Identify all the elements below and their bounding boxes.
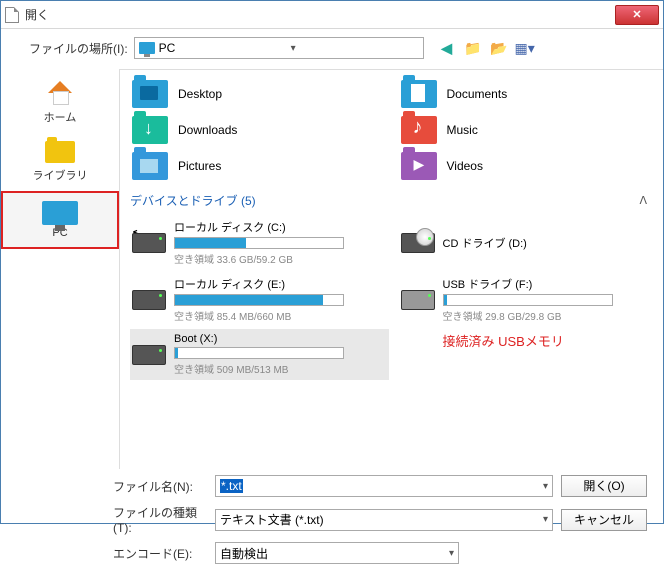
drive-icon xyxy=(132,233,166,253)
filetype-value: テキスト文書 (*.txt) xyxy=(220,511,324,528)
titlebar: 開く ✕ xyxy=(1,1,663,29)
location-value: PC xyxy=(159,41,287,55)
main-pane: Desktop Documents Downloads Music Pictur… xyxy=(119,69,663,469)
desktop-folder-icon xyxy=(132,80,168,108)
pictures-folder-icon xyxy=(132,152,168,180)
drive-space: 空き領域 85.4 MB/660 MB xyxy=(174,308,387,323)
chevron-down-icon: ▾ xyxy=(449,548,454,559)
filetype-select[interactable]: テキスト文書 (*.txt) ▾ xyxy=(215,509,553,531)
window-title: 開く xyxy=(25,6,615,23)
section-title: デバイスとドライブ (5) xyxy=(130,192,256,209)
home-icon xyxy=(46,81,74,105)
open-button[interactable]: 開く(O) xyxy=(561,475,647,497)
sidebar-item-libraries[interactable]: ライブラリ xyxy=(1,133,119,191)
filename-input[interactable]: *.txt ▾ xyxy=(215,475,553,497)
filename-label: ファイル名(N): xyxy=(113,478,207,495)
drive-space: 空き領域 509 MB/513 MB xyxy=(174,361,387,376)
filename-value: *.txt xyxy=(220,479,243,493)
folder-label: Documents xyxy=(447,87,508,101)
up-folder-icon[interactable]: 📁 xyxy=(464,39,482,57)
drive-cd-d[interactable]: CD ドライブ (D:) xyxy=(399,215,658,270)
music-folder-icon xyxy=(401,116,437,144)
drive-space: 空き領域 33.6 GB/59.2 GB xyxy=(174,251,387,266)
bottom-form: ファイル名(N): *.txt ▾ 開く(O) ファイルの種類(T): テキスト… xyxy=(1,469,663,579)
pc-icon xyxy=(139,42,155,54)
drive-icon xyxy=(132,345,166,365)
usb-drive-icon xyxy=(401,290,435,310)
close-button[interactable]: ✕ xyxy=(615,5,659,25)
drive-bar xyxy=(174,237,344,249)
folder-label: Desktop xyxy=(178,87,222,101)
new-folder-icon[interactable]: 📂 xyxy=(490,39,508,57)
drive-local-c[interactable]: ローカル ディスク (C:) 空き領域 33.6 GB/59.2 GB xyxy=(130,215,389,270)
location-label: ファイルの場所(I): xyxy=(29,40,128,57)
sidebar-label: ホーム xyxy=(5,109,115,125)
drive-usb-f[interactable]: USB ドライブ (F:) 空き領域 29.8 GB/29.8 GB xyxy=(399,272,658,327)
chevron-down-icon: ▾ xyxy=(543,514,548,525)
downloads-folder-icon xyxy=(132,116,168,144)
open-dialog: 開く ✕ ファイルの場所(I): PC ▾ ◀ 📁 📂 ▦▾ ホーム ライブラリ xyxy=(0,0,664,524)
drive-bar xyxy=(174,294,344,306)
folder-pictures[interactable]: Pictures xyxy=(130,150,389,182)
drive-boot-x[interactable]: Boot (X:) 空き領域 509 MB/513 MB xyxy=(130,329,389,380)
toolbar: ファイルの場所(I): PC ▾ ◀ 📁 📂 ▦▾ xyxy=(1,29,663,69)
drive-name: USB ドライブ (F:) xyxy=(443,276,656,292)
encoding-select[interactable]: 自動検出 ▾ xyxy=(215,542,459,564)
folder-label: Pictures xyxy=(178,159,221,173)
folder-label: Music xyxy=(447,123,478,137)
documents-folder-icon xyxy=(401,80,437,108)
folder-documents[interactable]: Documents xyxy=(399,78,658,110)
chevron-down-icon: ▾ xyxy=(543,481,548,492)
document-icon xyxy=(5,7,19,23)
annotation-label: 接続済み USBメモリ xyxy=(399,329,658,380)
drive-name: Boot (X:) xyxy=(174,333,387,345)
cancel-button[interactable]: キャンセル xyxy=(561,509,647,531)
sidebar-item-pc[interactable]: PC ↖ xyxy=(1,191,119,249)
folder-downloads[interactable]: Downloads xyxy=(130,114,389,146)
sidebar: ホーム ライブラリ PC ↖ xyxy=(1,69,119,469)
back-icon[interactable]: ◀ xyxy=(438,39,456,57)
cd-drive-icon xyxy=(401,233,435,253)
drive-name: CD ドライブ (D:) xyxy=(443,235,656,251)
chevron-up-icon: ᐱ xyxy=(639,194,647,207)
sidebar-label: ライブラリ xyxy=(5,167,115,183)
chevron-down-icon: ▾ xyxy=(291,43,419,54)
videos-folder-icon xyxy=(401,152,437,180)
sidebar-item-home[interactable]: ホーム xyxy=(1,75,119,133)
drive-bar xyxy=(443,294,613,306)
folder-desktop[interactable]: Desktop xyxy=(130,78,389,110)
folder-icon xyxy=(45,141,75,163)
drive-name: ローカル ディスク (C:) xyxy=(174,219,387,235)
folder-videos[interactable]: Videos xyxy=(399,150,658,182)
location-select[interactable]: PC ▾ xyxy=(134,37,424,59)
drive-name: ローカル ディスク (E:) xyxy=(174,276,387,292)
drive-local-e[interactable]: ローカル ディスク (E:) 空き領域 85.4 MB/660 MB xyxy=(130,272,389,327)
section-devices-header[interactable]: デバイスとドライブ (5) ᐱ xyxy=(130,192,657,209)
drive-icon xyxy=(132,290,166,310)
view-menu-icon[interactable]: ▦▾ xyxy=(516,39,534,57)
filetype-label: ファイルの種類(T): xyxy=(113,504,207,535)
drive-space: 空き領域 29.8 GB/29.8 GB xyxy=(443,308,656,323)
toolbar-icons: ◀ 📁 📂 ▦▾ xyxy=(438,39,534,57)
encoding-value: 自動検出 xyxy=(220,545,268,562)
encoding-label: エンコード(E): xyxy=(113,545,207,562)
pc-icon xyxy=(42,201,78,225)
folder-music[interactable]: Music xyxy=(399,114,658,146)
folder-label: Downloads xyxy=(178,123,237,137)
folder-label: Videos xyxy=(447,159,483,173)
drive-bar xyxy=(174,347,344,359)
